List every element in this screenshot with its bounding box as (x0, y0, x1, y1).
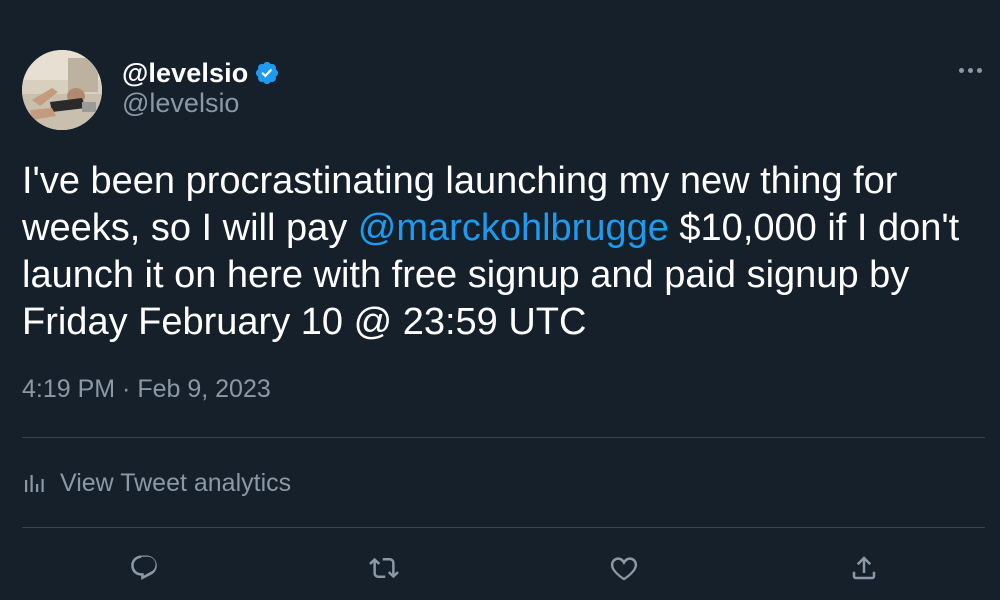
divider (22, 437, 985, 438)
avatar-photo-icon (22, 50, 102, 130)
share-button[interactable] (844, 548, 884, 588)
author-display-name[interactable]: @levelsio (122, 58, 248, 89)
author-handle[interactable]: @levelsio (122, 88, 239, 119)
verified-badge-icon (254, 60, 280, 86)
tweet-card: @levelsio @levelsio I've been procrastin… (0, 0, 1000, 600)
share-icon (852, 556, 876, 580)
retweet-button[interactable] (364, 548, 404, 588)
divider (22, 527, 985, 528)
action-bar (0, 548, 1000, 588)
avatar[interactable] (22, 50, 102, 130)
more-dot (967, 67, 973, 73)
more-options-icon[interactable] (950, 58, 990, 82)
reply-icon (131, 555, 157, 580)
tweet-text: I've been procrastinating launching my n… (22, 158, 982, 346)
like-button[interactable] (604, 548, 644, 588)
author-name-row[interactable]: @levelsio (122, 56, 280, 90)
mention-link[interactable]: @marckohlbrugge (358, 207, 669, 249)
tweet-timestamp[interactable]: 4:19 PM · Feb 9, 2023 (22, 375, 271, 404)
analytics-icon (22, 470, 48, 496)
more-dot (958, 67, 964, 73)
reply-button[interactable] (124, 548, 164, 588)
view-analytics-label: View Tweet analytics (60, 468, 292, 497)
view-analytics-button[interactable]: View Tweet analytics (22, 466, 291, 500)
more-dot (976, 67, 982, 73)
like-icon (610, 557, 638, 581)
retweet-icon (369, 557, 399, 579)
